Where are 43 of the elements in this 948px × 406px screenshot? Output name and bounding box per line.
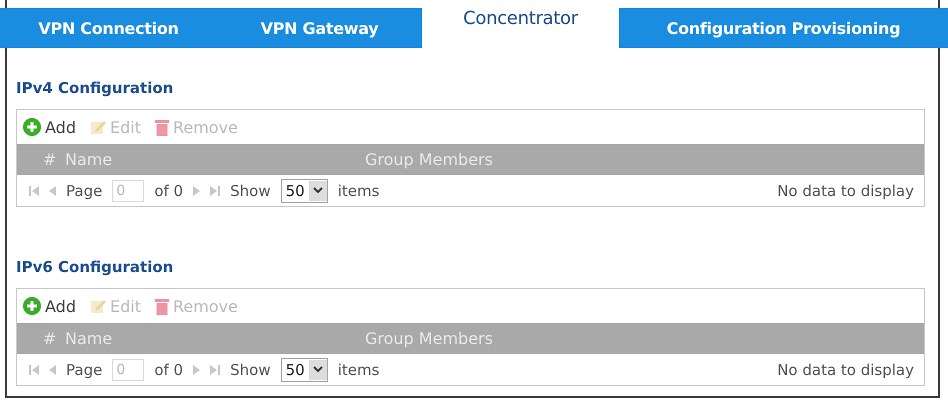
next-page-icon[interactable] (193, 364, 200, 376)
items-per-page-dropdown[interactable]: 50 (280, 178, 328, 202)
column-header[interactable]: # (17, 329, 65, 348)
chevron-down-icon (312, 187, 323, 194)
column-header[interactable]: Group Members (365, 329, 493, 348)
previous-page-icon[interactable] (49, 184, 56, 196)
items-label: items (338, 182, 380, 200)
page-field[interactable]: 0 (112, 358, 144, 380)
previous-page-icon[interactable] (49, 364, 56, 376)
first-page-icon[interactable] (29, 364, 39, 376)
page-label: Page (66, 182, 102, 200)
section-title: IPv4 Configuration (16, 79, 174, 97)
items-label: items (338, 360, 380, 378)
next-page-icon[interactable] (193, 184, 200, 196)
column-header[interactable]: # (17, 150, 65, 169)
status-text: No data to display (777, 182, 914, 200)
add-icon (23, 118, 41, 136)
show-label: Show (230, 360, 271, 378)
last-page-icon[interactable] (210, 184, 220, 196)
tab[interactable]: VPN Gateway (217, 8, 422, 48)
column-header[interactable]: Group Members (365, 150, 493, 169)
show-label: Show (230, 182, 271, 200)
trash-icon (154, 118, 169, 136)
add-button[interactable]: Add (23, 296, 76, 316)
chevron-down-icon (312, 366, 323, 373)
first-page-icon[interactable] (29, 184, 39, 196)
page-count: of 0 (154, 360, 184, 378)
add-button[interactable]: Add (23, 118, 76, 136)
edit-icon (90, 298, 106, 314)
column-header[interactable]: Name (65, 329, 365, 348)
page-label: Page (66, 360, 102, 378)
page-count: of 0 (154, 182, 184, 200)
section-title: IPv6 Configuration (16, 258, 174, 276)
column-header[interactable]: Name (65, 150, 365, 169)
add-icon (23, 297, 41, 315)
trash-icon (154, 298, 169, 314)
page-field[interactable]: 0 (112, 180, 144, 202)
last-page-icon[interactable] (210, 364, 220, 376)
tab[interactable]: Configuration Provisioning (619, 8, 948, 48)
status-text: No data to display (777, 360, 914, 378)
edit-icon (90, 119, 106, 135)
items-per-page-dropdown[interactable]: 50 (280, 358, 328, 382)
tab[interactable]: VPN Connection (0, 8, 217, 48)
